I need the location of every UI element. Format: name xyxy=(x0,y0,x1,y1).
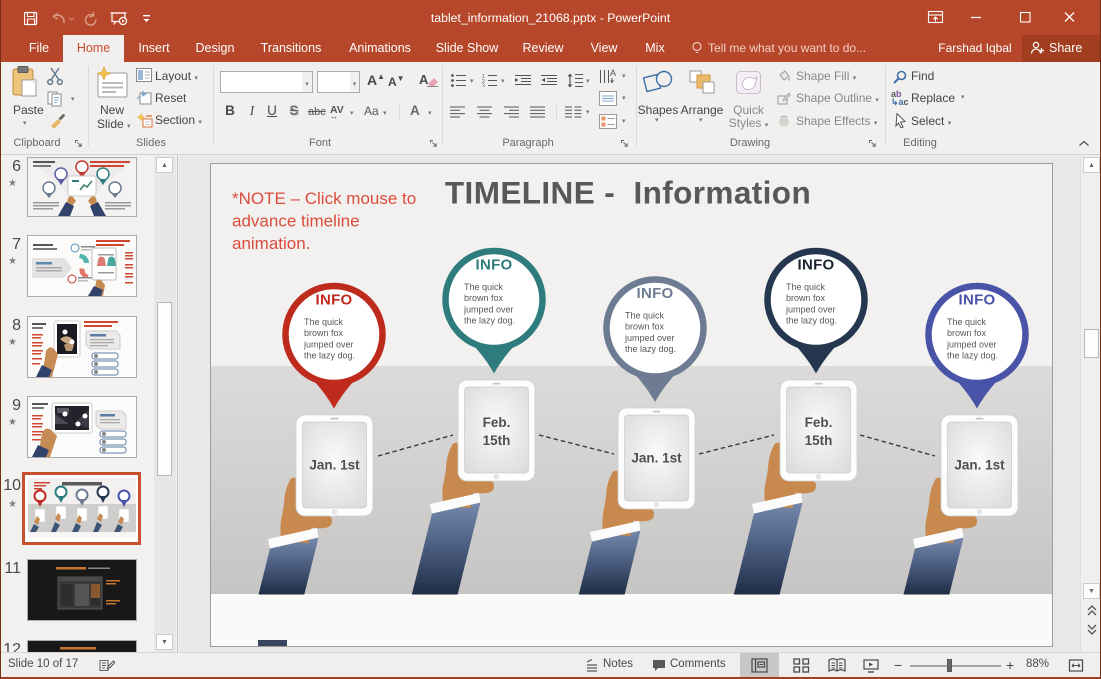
svg-text:*NOTE – Click mouse to: *NOTE – Click mouse to xyxy=(232,189,416,208)
svg-text:Jan. 1st: Jan. 1st xyxy=(309,458,360,473)
svg-text:Feb.: Feb. xyxy=(805,415,833,430)
svg-text:jumped over: jumped over xyxy=(303,339,354,349)
svg-text:brown fox: brown fox xyxy=(786,293,826,303)
svg-text:the lazy dog.: the lazy dog. xyxy=(625,344,676,354)
svg-text:the lazy dog.: the lazy dog. xyxy=(947,351,998,361)
svg-text:jumped over: jumped over xyxy=(785,304,836,314)
svg-text:brown fox: brown fox xyxy=(947,328,987,338)
svg-text:jumped over: jumped over xyxy=(624,333,675,343)
svg-text:TIMELINE - Information: TIMELINE - Information xyxy=(445,175,811,211)
svg-text:3: 3 xyxy=(482,84,485,88)
svg-text:advance timeline: advance timeline xyxy=(232,212,360,231)
svg-text:INFO: INFO xyxy=(797,257,834,274)
svg-text:Feb.: Feb. xyxy=(483,415,511,430)
svg-text:15th: 15th xyxy=(805,433,833,448)
svg-text:INFO: INFO xyxy=(315,292,352,309)
svg-text:The quick: The quick xyxy=(304,317,344,327)
svg-text:the lazy dog.: the lazy dog. xyxy=(786,316,837,326)
svg-text:INFO: INFO xyxy=(475,257,512,274)
svg-text:brown fox: brown fox xyxy=(304,328,344,338)
svg-text:Jan. 1st: Jan. 1st xyxy=(954,458,1005,473)
svg-text:the lazy dog.: the lazy dog. xyxy=(304,351,355,361)
svg-text:the lazy dog.: the lazy dog. xyxy=(464,316,515,326)
svg-text:The quick: The quick xyxy=(625,311,665,321)
svg-text:INFO: INFO xyxy=(958,292,995,309)
svg-text:15th: 15th xyxy=(483,433,511,448)
svg-text:The quick: The quick xyxy=(947,317,987,327)
svg-text:The quick: The quick xyxy=(786,282,826,292)
svg-text:INFO: INFO xyxy=(636,285,673,302)
svg-text:brown fox: brown fox xyxy=(625,322,665,332)
svg-text:jumped over: jumped over xyxy=(463,304,514,314)
svg-text:Jan. 1st: Jan. 1st xyxy=(631,451,682,466)
svg-text:A: A xyxy=(610,68,616,78)
svg-text:The quick: The quick xyxy=(464,282,504,292)
svg-text:animation.: animation. xyxy=(232,234,310,253)
svg-text:brown fox: brown fox xyxy=(464,293,504,303)
svg-text:jumped over: jumped over xyxy=(946,339,997,349)
